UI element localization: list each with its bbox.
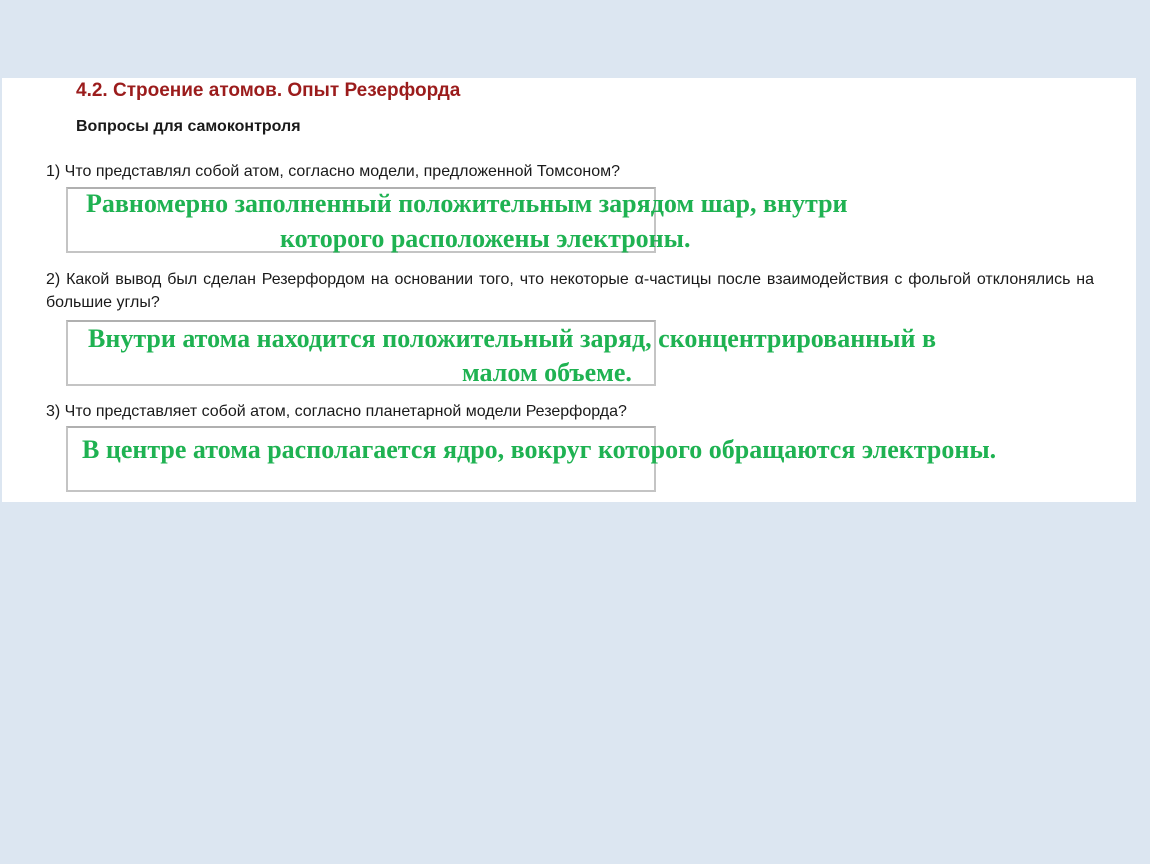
question-1: 1) Что представлял собой атом, согласно …	[46, 163, 620, 180]
section-subtitle: Вопросы для самоконтроля	[76, 118, 301, 135]
answer-1-line-1: Равномерно заполненный положительным зар…	[86, 189, 848, 218]
section-title: 4.2. Строение атомов. Опыт Резерфорда	[76, 80, 461, 101]
answer-1-line-2: которого расположены электроны.	[280, 224, 691, 253]
answer-2-line-2: малом объеме.	[462, 358, 632, 387]
answer-2-line-1: Внутри атома находится положительный зар…	[88, 324, 936, 353]
answer-3-line-1: В центре атома располагается ядро, вокру…	[82, 435, 997, 464]
question-3: 3) Что представляет собой атом, согласно…	[46, 403, 627, 420]
question-2: 2) Какой вывод был сделан Резерфордом на…	[46, 271, 1094, 311]
